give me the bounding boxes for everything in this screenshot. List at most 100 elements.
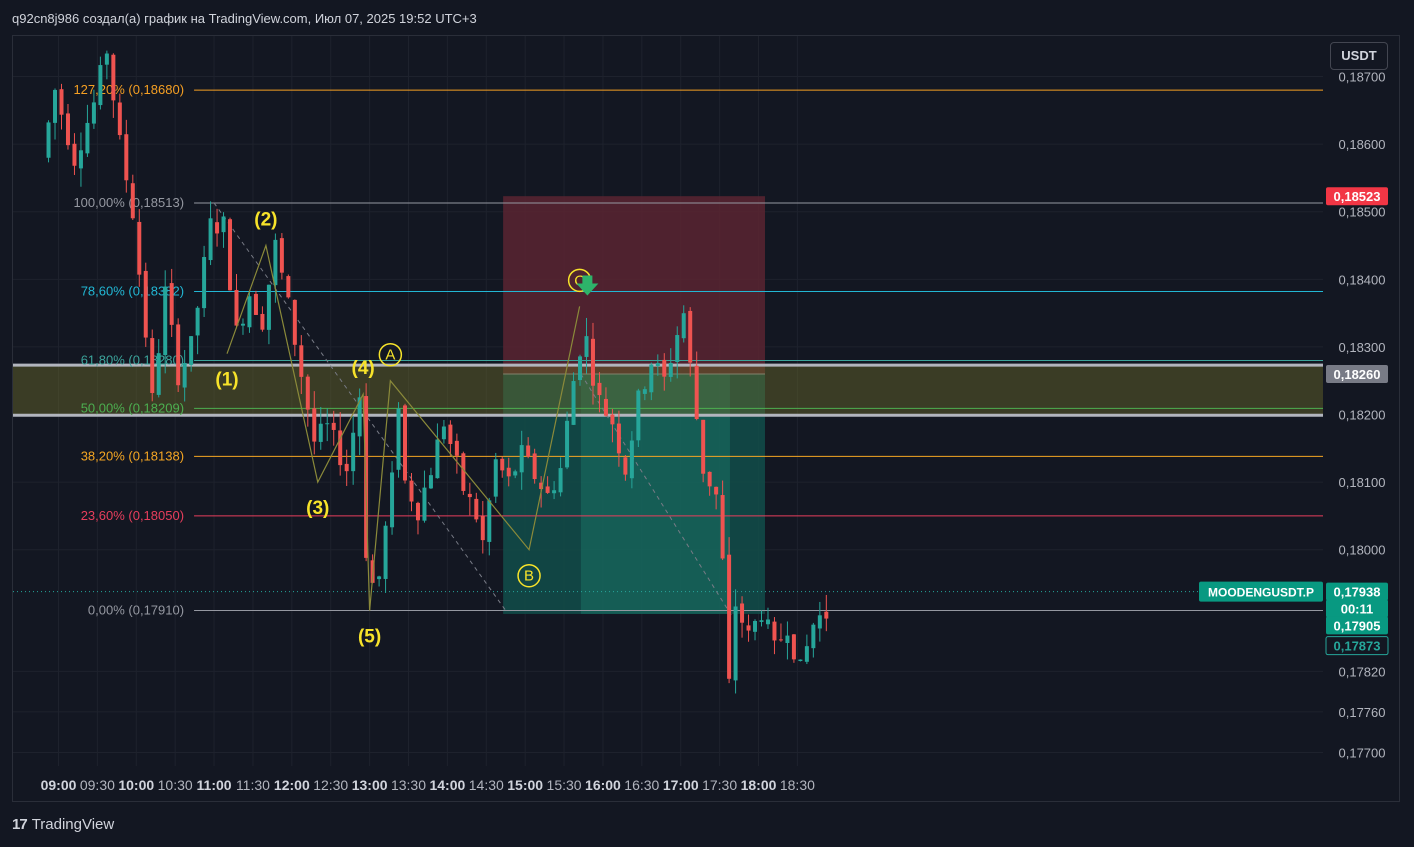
candle-down	[590, 338, 595, 386]
time-axis-tick: 14:00	[429, 777, 465, 793]
candle-up	[655, 363, 660, 367]
wave-label: (5)	[358, 627, 381, 648]
candle-up	[817, 615, 822, 629]
fib-level-label: 23,60% (0,18050)	[81, 508, 184, 523]
candle-down	[545, 486, 550, 493]
candle-down	[772, 621, 777, 641]
candle-down	[694, 365, 699, 419]
candle-up	[571, 381, 576, 425]
candle-up	[558, 468, 563, 493]
time-axis-tick: 10:30	[158, 777, 193, 793]
fib-level-label: 0,00% (0,17910)	[88, 603, 184, 618]
candle-down	[279, 238, 284, 273]
wave-label: B	[524, 568, 534, 585]
price-axis-tick: 0,18100	[1339, 475, 1386, 490]
candle-up	[552, 490, 557, 494]
candle-up	[91, 102, 96, 124]
price-axis-tick: 0,18200	[1339, 408, 1386, 423]
candle-down	[415, 502, 420, 521]
candle-up	[435, 439, 440, 479]
price-axis-tick: 0,18600	[1339, 137, 1386, 152]
candle-down	[403, 405, 408, 481]
candle-up	[156, 353, 161, 395]
fib-level-label: 127,20% (0,18680)	[73, 82, 184, 97]
candle-down	[234, 289, 239, 326]
candle-down	[662, 359, 667, 377]
fib-level-label: 61,80% (0,18280)	[81, 352, 184, 367]
candle-up	[681, 313, 686, 339]
fib-level-label: 100,00% (0,18513)	[73, 195, 184, 210]
time-axis-tick: 17:30	[702, 777, 737, 793]
candle-up	[266, 284, 271, 330]
candle-up	[441, 426, 446, 440]
candle-down	[603, 398, 608, 416]
price-tag: 0,18260	[1334, 367, 1381, 382]
price-chart[interactable]: 127,20% (0,18680) 100,00% (0,18513) 78,60%…	[0, 0, 1414, 847]
price-axis: 0,18700 0,18600 0,18500 0,18400 0,18300 0,182…	[1339, 70, 1386, 761]
candle-down	[65, 113, 70, 146]
candle-up	[422, 487, 427, 521]
currency-unit-button[interactable]: USDT	[1330, 42, 1388, 70]
candle-up	[78, 150, 83, 169]
candle-down	[305, 376, 310, 410]
candle-up	[182, 362, 187, 388]
wave-label: (3)	[306, 498, 329, 519]
fib-level-label: 38,20% (0,18138)	[81, 448, 184, 463]
candle-up	[240, 323, 245, 326]
candle-down	[688, 310, 693, 363]
candle-down	[791, 634, 796, 660]
candle-up	[195, 307, 200, 336]
wave-label: (1)	[215, 370, 238, 391]
candle-down	[150, 338, 155, 393]
candle-up	[798, 659, 803, 662]
time-axis: 09:00 09:30 10:00 10:30 11:00 11:30 12:00 12:30…	[41, 777, 816, 793]
candle-down	[228, 219, 233, 291]
time-axis-tick: 16:30	[624, 777, 659, 793]
candle-down	[506, 467, 511, 477]
candle-down	[467, 493, 472, 498]
price-tag: 0,17938	[1334, 585, 1381, 600]
time-axis-tick: 10:00	[118, 777, 154, 793]
wave-label: A	[385, 347, 395, 364]
candle-down	[312, 408, 317, 442]
tradingview-logo[interactable]: 17 TradingView	[12, 816, 114, 833]
candle-up	[675, 335, 680, 363]
tradingview-logo-icon: 17	[12, 816, 28, 833]
candle-up	[578, 356, 583, 381]
candle-down	[448, 424, 453, 444]
candle-down	[215, 222, 220, 234]
time-axis-tick: 15:30	[547, 777, 582, 793]
candle-up	[513, 471, 518, 476]
candle-up	[351, 432, 356, 472]
candle-up	[377, 576, 382, 580]
candle-down	[409, 480, 414, 502]
candle-down	[500, 458, 505, 471]
candle-up	[202, 257, 207, 309]
candle-down	[169, 283, 174, 325]
price-tag: 0,18523	[1334, 189, 1381, 204]
time-axis-tick: 13:30	[391, 777, 426, 793]
candle-down	[454, 440, 459, 456]
price-tag: 0,17905	[1334, 618, 1381, 633]
candle-down	[597, 382, 602, 396]
candle-up	[642, 389, 647, 394]
candle-up	[428, 475, 433, 489]
candle-up	[804, 646, 809, 662]
candle-up	[208, 218, 213, 261]
candle-up	[390, 472, 395, 528]
candle-up	[649, 364, 654, 393]
candle-up	[785, 635, 790, 643]
candle-up	[325, 423, 330, 425]
candle-down	[480, 515, 485, 541]
candle-down	[72, 143, 77, 166]
candle-up	[759, 620, 764, 622]
price-tag: 0,17873	[1334, 639, 1381, 654]
candle-up	[273, 239, 278, 286]
candle-down	[746, 625, 751, 631]
price-axis-tick: 0,18700	[1339, 70, 1386, 85]
time-axis-tick: 14:30	[469, 777, 504, 793]
candle-up	[104, 53, 109, 65]
plot-area: 127,20% (0,18680) 100,00% (0,18513) 78,60%…	[13, 36, 1323, 766]
candle-up	[519, 445, 524, 473]
candle-down	[253, 293, 258, 315]
